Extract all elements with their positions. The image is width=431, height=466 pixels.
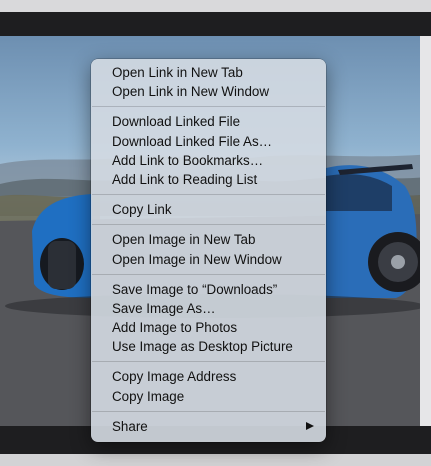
browser-bottom-edge: [0, 454, 431, 466]
menu-item-add-link-reading-list[interactable]: Add Link to Reading List: [91, 170, 326, 189]
page-background-top: [0, 12, 431, 36]
window-edge: [420, 36, 431, 426]
menu-item-save-image-as[interactable]: Save Image As…: [91, 299, 326, 318]
browser-toolbar-edge: [0, 0, 431, 12]
menu-item-add-image-photos[interactable]: Add Image to Photos: [91, 318, 326, 337]
menu-separator: [92, 194, 325, 196]
menu-item-save-image-downloads[interactable]: Save Image to “Downloads”: [91, 280, 326, 299]
menu-separator: [92, 273, 325, 275]
menu-item-copy-image[interactable]: Copy Image: [91, 387, 326, 406]
menu-item-share[interactable]: Share: [91, 417, 326, 436]
menu-item-download-linked-file-as[interactable]: Download Linked File As…: [91, 132, 326, 151]
menu-item-open-image-new-window[interactable]: Open Image in New Window: [91, 250, 326, 269]
menu-item-copy-link[interactable]: Copy Link: [91, 200, 326, 219]
menu-item-copy-image-address[interactable]: Copy Image Address: [91, 367, 326, 386]
context-menu: Open Link in New Tab Open Link in New Wi…: [91, 59, 326, 442]
menu-item-download-linked-file[interactable]: Download Linked File: [91, 112, 326, 131]
menu-item-open-link-new-window[interactable]: Open Link in New Window: [91, 82, 326, 101]
menu-item-open-image-new-tab[interactable]: Open Image in New Tab: [91, 230, 326, 249]
menu-separator: [92, 224, 325, 226]
menu-item-open-link-new-tab[interactable]: Open Link in New Tab: [91, 63, 326, 82]
menu-item-use-image-desktop[interactable]: Use Image as Desktop Picture: [91, 337, 326, 356]
menu-item-share-label: Share: [112, 418, 148, 434]
menu-separator: [92, 106, 325, 108]
menu-item-add-link-bookmarks[interactable]: Add Link to Bookmarks…: [91, 151, 326, 170]
chevron-right-icon: [306, 421, 314, 430]
menu-separator: [92, 410, 325, 412]
menu-separator: [92, 361, 325, 363]
